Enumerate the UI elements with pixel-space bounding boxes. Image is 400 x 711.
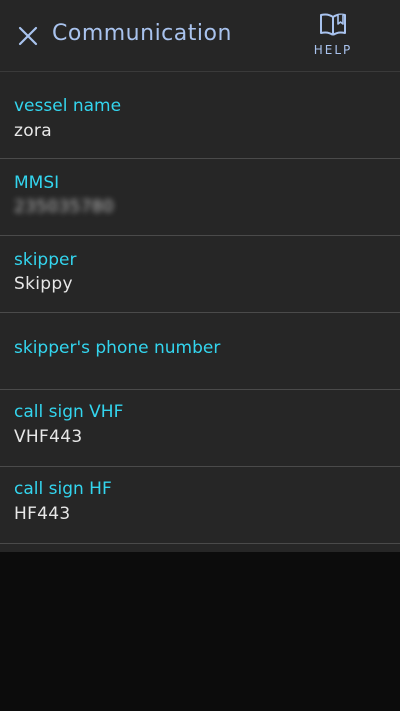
field-value: 235035780 (14, 197, 115, 217)
field-label: MMSI (14, 173, 60, 193)
field-value: zora (14, 121, 52, 141)
call-sign-hf-field[interactable]: call sign HF HF443 (0, 467, 400, 544)
field-label: call sign VHF (14, 402, 124, 422)
field-label: skipper's phone number (14, 338, 221, 358)
field-label: skipper (14, 250, 77, 270)
top-bar: Communication HELP (0, 0, 400, 72)
field-value: HF443 (14, 504, 71, 524)
help-label: HELP (313, 43, 353, 57)
field-label: vessel name (14, 96, 122, 116)
call-sign-vhf-field[interactable]: call sign VHF VHF443 (0, 390, 400, 467)
close-icon (18, 26, 38, 46)
field-value: VHF443 (14, 427, 83, 447)
book-icon (320, 13, 346, 36)
help-button[interactable]: HELP (308, 12, 358, 64)
vessel-name-field[interactable]: vessel name zora (0, 72, 400, 159)
field-label: call sign HF (14, 479, 112, 499)
skipper-phone-field[interactable]: skipper's phone number (0, 313, 400, 390)
close-button[interactable] (12, 20, 44, 52)
settings-list: vessel name zora MMSI 235035780 skipper … (0, 72, 400, 552)
field-value: Skippy (14, 274, 73, 294)
page-title: Communication (52, 21, 232, 46)
communication-screen: Communication HELP vessel name zora MMSI… (0, 0, 400, 711)
mmsi-field[interactable]: MMSI 235035780 (0, 159, 400, 236)
skipper-field[interactable]: skipper Skippy (0, 236, 400, 313)
